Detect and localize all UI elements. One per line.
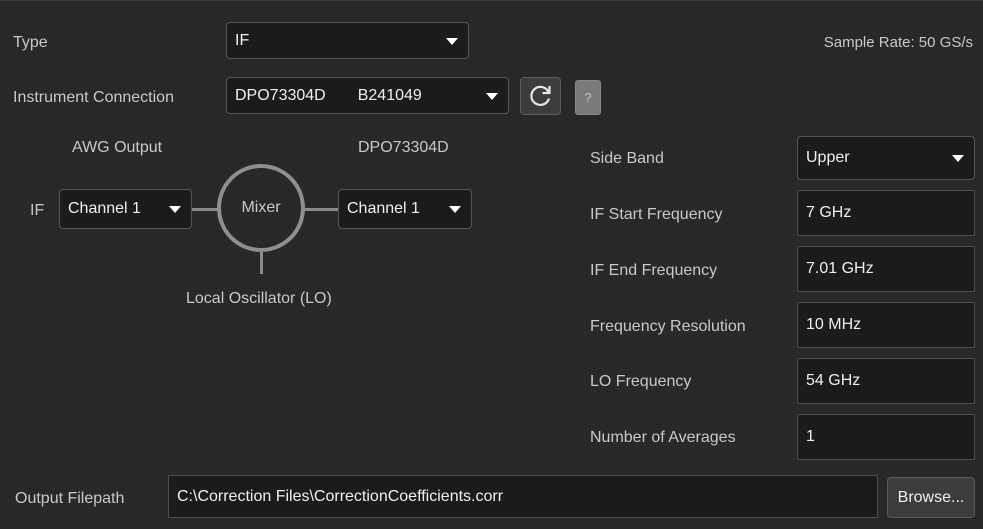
browse-label: Browse... bbox=[897, 488, 965, 506]
lo-freq-value: 54 GHz bbox=[806, 372, 861, 389]
averages-label: Number of Averages bbox=[590, 429, 736, 446]
wire-awg-mixer bbox=[192, 208, 218, 211]
output-filepath-value: C:\Correction Files\CorrectionCoefficien… bbox=[177, 487, 504, 505]
instrument-connection-label: Instrument Connection bbox=[13, 89, 174, 106]
if-start-input[interactable]: 7 GHz bbox=[797, 190, 975, 236]
refresh-button[interactable] bbox=[520, 77, 561, 115]
freq-res-value: 10 MHz bbox=[806, 316, 862, 333]
instrument-model: DPO73304D bbox=[235, 86, 326, 104]
browse-button[interactable]: Browse... bbox=[887, 477, 975, 518]
lo-label: Local Oscillator (LO) bbox=[186, 290, 332, 307]
averages-input[interactable]: 1 bbox=[797, 414, 975, 460]
if-end-label: IF End Frequency bbox=[590, 262, 718, 279]
help-button[interactable]: ? bbox=[575, 80, 601, 115]
type-label: Type bbox=[13, 34, 48, 51]
chevron-down-icon bbox=[952, 155, 964, 162]
sample-rate-text: Sample Rate: 50 GS/s bbox=[823, 34, 973, 51]
side-band-value: Upper bbox=[806, 149, 850, 166]
if-start-label: IF Start Frequency bbox=[590, 206, 723, 223]
if-end-input[interactable]: 7.01 GHz bbox=[797, 246, 975, 292]
lo-freq-label: LO Frequency bbox=[590, 373, 692, 390]
averages-value: 1 bbox=[806, 428, 815, 445]
scope-channel-value: Channel 1 bbox=[347, 200, 420, 217]
chevron-down-icon bbox=[446, 37, 458, 45]
chevron-down-icon bbox=[449, 206, 461, 213]
awg-output-label: AWG Output bbox=[72, 139, 163, 156]
chevron-down-icon bbox=[486, 92, 498, 100]
output-filepath-label: Output Filepath bbox=[15, 490, 125, 507]
scope-label: DPO73304D bbox=[358, 139, 449, 156]
side-band-label: Side Band bbox=[590, 150, 664, 167]
help-label: ? bbox=[584, 90, 592, 105]
type-selected-value: IF bbox=[235, 31, 250, 49]
output-filepath-input[interactable]: C:\Correction Files\CorrectionCoefficien… bbox=[168, 475, 878, 518]
wire-mixer-lo bbox=[260, 252, 263, 274]
if-start-value: 7 GHz bbox=[806, 204, 852, 221]
awg-channel-dropdown[interactable]: Channel 1 bbox=[59, 189, 192, 229]
if-label: IF bbox=[30, 202, 45, 219]
wire-mixer-scope bbox=[305, 208, 338, 211]
type-dropdown[interactable]: IF bbox=[226, 22, 469, 59]
freq-res-label: Frequency Resolution bbox=[590, 318, 746, 335]
scope-channel-dropdown[interactable]: Channel 1 bbox=[338, 189, 472, 229]
mixer-node: Mixer bbox=[217, 164, 305, 252]
if-end-value: 7.01 GHz bbox=[806, 260, 874, 277]
freq-res-input[interactable]: 10 MHz bbox=[797, 302, 975, 348]
instrument-serial: B241049 bbox=[357, 86, 422, 104]
side-band-dropdown[interactable]: Upper bbox=[797, 136, 975, 180]
mixer-label: Mixer bbox=[241, 199, 281, 216]
awg-channel-value: Channel 1 bbox=[68, 200, 141, 217]
chevron-down-icon bbox=[169, 206, 181, 213]
refresh-icon bbox=[529, 85, 551, 106]
lo-freq-input[interactable]: 54 GHz bbox=[797, 358, 975, 404]
correction-settings-panel: Type IF Sample Rate: 50 GS/s Instrument … bbox=[0, 0, 983, 529]
instrument-dropdown[interactable]: DPO73304D B241049 bbox=[226, 77, 509, 114]
